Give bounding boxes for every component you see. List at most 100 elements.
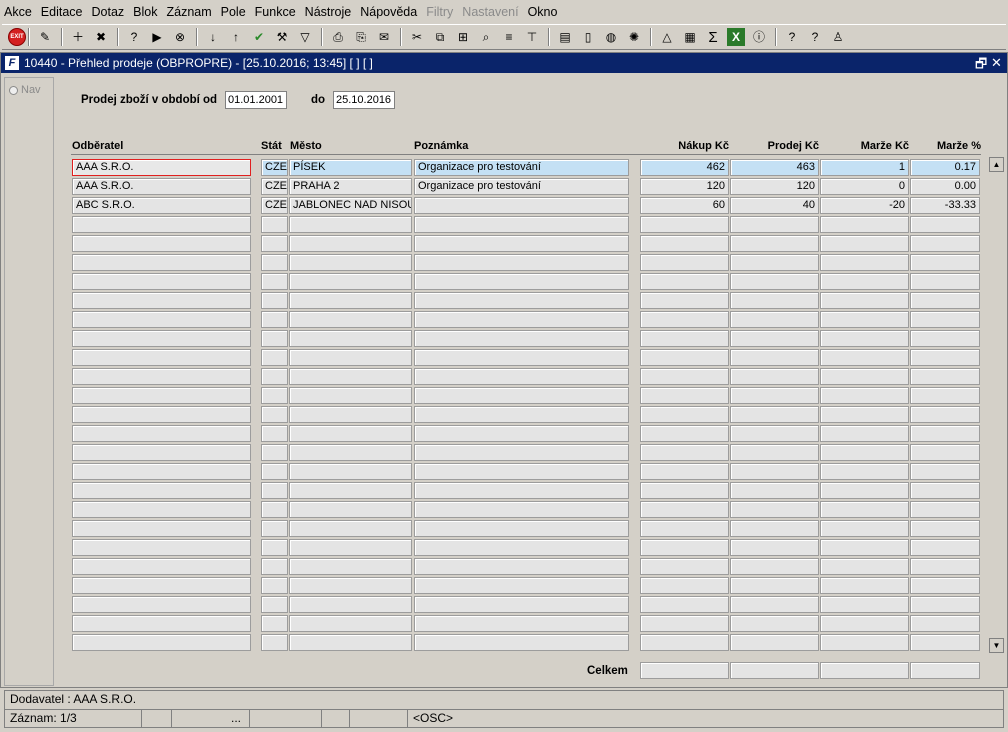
cell-mesto[interactable]: PÍSEK — [289, 159, 412, 176]
nav-item[interactable]: Nav — [9, 84, 41, 96]
cell-stat[interactable] — [261, 425, 288, 442]
cell-odberatel[interactable] — [72, 311, 251, 328]
cell-mesto[interactable] — [289, 520, 412, 537]
list-icon[interactable]: ≡ — [500, 28, 518, 46]
sort-desc-icon[interactable]: ↑ — [227, 28, 245, 46]
cell-marze-kc[interactable] — [820, 558, 909, 575]
cell-poznamka[interactable] — [414, 406, 629, 423]
cell-nakup[interactable] — [640, 615, 729, 632]
total-prodej-field[interactable] — [730, 662, 819, 679]
cell-nakup[interactable] — [640, 254, 729, 271]
cell-stat[interactable]: CZE — [261, 197, 288, 214]
menu-1[interactable]: Akce — [4, 5, 32, 19]
cell-poznamka[interactable] — [414, 577, 629, 594]
cell-odberatel[interactable] — [72, 425, 251, 442]
cell-nakup[interactable] — [640, 216, 729, 233]
cell-poznamka[interactable] — [414, 444, 629, 461]
cell-odberatel[interactable] — [72, 273, 251, 290]
cell-marze-pct[interactable] — [910, 216, 980, 233]
cell-prodej[interactable] — [730, 235, 819, 252]
cell-prodej[interactable] — [730, 444, 819, 461]
cell-nakup[interactable] — [640, 501, 729, 518]
cell-marze-kc[interactable] — [820, 520, 909, 537]
cell-marze-kc[interactable] — [820, 311, 909, 328]
print-icon[interactable]: ⎙ — [329, 28, 347, 46]
context-help-icon[interactable]: ? — [806, 28, 824, 46]
cut-icon[interactable]: ✂ — [408, 28, 426, 46]
cell-nakup[interactable] — [640, 311, 729, 328]
cell-stat[interactable] — [261, 330, 288, 347]
cell-mesto[interactable] — [289, 292, 412, 309]
cell-stat[interactable] — [261, 235, 288, 252]
cell-prodej[interactable] — [730, 634, 819, 651]
cell-odberatel[interactable] — [72, 254, 251, 271]
cell-poznamka[interactable] — [414, 482, 629, 499]
cell-marze-pct[interactable]: -33.33 — [910, 197, 980, 214]
cell-prodej[interactable] — [730, 577, 819, 594]
cell-odberatel[interactable] — [72, 615, 251, 632]
cell-nakup[interactable] — [640, 558, 729, 575]
menu-6[interactable]: Pole — [221, 5, 246, 19]
cell-marze-pct[interactable]: 0.17 — [910, 159, 980, 176]
cell-mesto[interactable] — [289, 596, 412, 613]
cell-stat[interactable] — [261, 463, 288, 480]
excel-icon[interactable]: X — [727, 28, 745, 46]
cell-odberatel[interactable] — [72, 577, 251, 594]
cell-marze-kc[interactable] — [820, 254, 909, 271]
cell-marze-pct[interactable] — [910, 615, 980, 632]
cell-nakup[interactable] — [640, 273, 729, 290]
cell-marze-kc[interactable] — [820, 425, 909, 442]
cell-mesto[interactable] — [289, 311, 412, 328]
cell-stat[interactable] — [261, 444, 288, 461]
cell-odberatel[interactable] — [72, 596, 251, 613]
copy-icon[interactable]: ⧉ — [431, 28, 449, 46]
filter-icon[interactable]: ▽ — [296, 28, 314, 46]
cell-mesto[interactable] — [289, 273, 412, 290]
cell-odberatel[interactable]: ABC S.R.O. — [72, 197, 251, 214]
cell-poznamka[interactable] — [414, 615, 629, 632]
cell-marze-kc[interactable] — [820, 349, 909, 366]
cell-prodej[interactable] — [730, 406, 819, 423]
cell-marze-kc[interactable]: -20 — [820, 197, 909, 214]
cell-prodej[interactable] — [730, 482, 819, 499]
cell-nakup[interactable] — [640, 292, 729, 309]
cell-marze-pct[interactable] — [910, 539, 980, 556]
cell-odberatel[interactable] — [72, 463, 251, 480]
cell-marze-kc[interactable] — [820, 577, 909, 594]
cell-prodej[interactable] — [730, 425, 819, 442]
vertical-scrollbar[interactable]: ▲ ▼ — [989, 157, 1004, 653]
cell-mesto[interactable] — [289, 539, 412, 556]
cell-marze-kc[interactable] — [820, 463, 909, 480]
cell-poznamka[interactable] — [414, 558, 629, 575]
cell-nakup[interactable] — [640, 387, 729, 404]
cell-odberatel[interactable] — [72, 406, 251, 423]
cell-odberatel[interactable] — [72, 368, 251, 385]
cell-nakup[interactable] — [640, 425, 729, 442]
cell-mesto[interactable] — [289, 501, 412, 518]
cell-poznamka[interactable]: Organizace pro testování — [414, 178, 629, 195]
cell-marze-pct[interactable] — [910, 273, 980, 290]
clipboard-icon[interactable]: ▤ — [556, 28, 574, 46]
cell-mesto[interactable] — [289, 216, 412, 233]
cell-prodej[interactable]: 40 — [730, 197, 819, 214]
cell-nakup[interactable] — [640, 330, 729, 347]
cell-nakup[interactable] — [640, 406, 729, 423]
cell-stat[interactable]: CZE — [261, 178, 288, 195]
query-execute-icon[interactable]: ▶ — [148, 28, 166, 46]
cell-marze-pct[interactable] — [910, 577, 980, 594]
cell-stat[interactable] — [261, 387, 288, 404]
cell-stat[interactable] — [261, 292, 288, 309]
cell-nakup[interactable] — [640, 482, 729, 499]
cell-odberatel[interactable]: AAA S.R.O. — [72, 159, 251, 176]
menu-11[interactable]: Nastavení — [462, 5, 518, 19]
cell-prodej[interactable] — [730, 292, 819, 309]
cell-marze-kc[interactable] — [820, 501, 909, 518]
cell-nakup[interactable] — [640, 520, 729, 537]
cell-odberatel[interactable] — [72, 292, 251, 309]
cell-nakup[interactable] — [640, 539, 729, 556]
cell-marze-pct[interactable] — [910, 292, 980, 309]
cell-mesto[interactable] — [289, 425, 412, 442]
cell-marze-pct[interactable] — [910, 235, 980, 252]
user-icon[interactable]: ♙ — [829, 28, 847, 46]
cell-poznamka[interactable] — [414, 520, 629, 537]
